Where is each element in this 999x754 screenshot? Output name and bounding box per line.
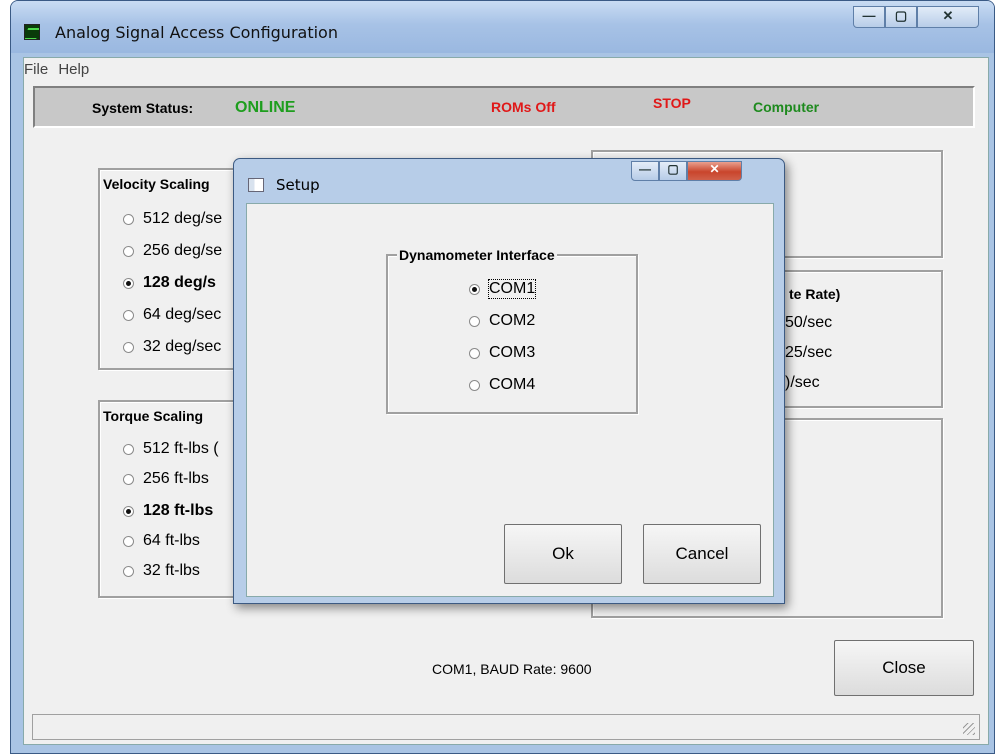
- menu-bar: File Help: [24, 58, 988, 80]
- radio-icon: [469, 315, 480, 327]
- close-window-button[interactable]: ✕: [917, 6, 979, 28]
- torque-option-64[interactable]: 64 ft-lbs: [123, 532, 200, 550]
- radio-label: 128 deg/s: [143, 274, 216, 291]
- minimize-icon: —: [862, 8, 876, 23]
- bottom-status-strip: [32, 714, 980, 740]
- dynamometer-interface-title: Dynamometer Interface: [397, 247, 557, 263]
- maximize-icon: ▢: [894, 8, 908, 23]
- dialog-title: Setup: [276, 176, 320, 194]
- dialog-maximize-button[interactable]: ▢: [659, 161, 687, 181]
- dialog-client-area: Dynamometer Interface COM1 COM2 COM3 COM…: [246, 203, 774, 597]
- velocity-option-256[interactable]: 256 deg/se: [123, 242, 222, 260]
- maximize-icon: ▢: [667, 162, 679, 176]
- radio-label: 512 deg/se: [143, 210, 223, 227]
- velocity-option-512[interactable]: 512 deg/se: [123, 210, 222, 228]
- status-label: System Status:: [92, 100, 194, 116]
- radio-label: 128 ft-lbs: [143, 502, 214, 519]
- velocity-option-32[interactable]: 32 deg/sec: [123, 338, 221, 356]
- radio-label: COM1: [487, 279, 537, 299]
- radio-label: 50/sec: [785, 314, 833, 331]
- radio-icon: [123, 443, 134, 455]
- radio-icon: [123, 213, 134, 225]
- radio-label: COM3: [489, 344, 536, 361]
- radio-icon: [123, 505, 134, 517]
- torque-option-512[interactable]: 512 ft-lbs (: [123, 440, 219, 458]
- ok-button[interactable]: Ok: [504, 524, 622, 584]
- maximize-button[interactable]: ▢: [885, 6, 917, 28]
- radio-icon: [469, 283, 480, 295]
- radio-label: COM4: [489, 376, 536, 393]
- status-mode: Computer: [753, 99, 820, 115]
- com2-option[interactable]: COM2: [469, 312, 535, 330]
- com3-option[interactable]: COM3: [469, 344, 535, 362]
- radio-label: 256 ft-lbs: [143, 470, 209, 487]
- baud-rate-text: COM1, BAUD Rate: 9600: [432, 661, 592, 677]
- radio-icon: [123, 535, 134, 547]
- dialog-close-button[interactable]: ✕: [687, 161, 742, 181]
- status-stop: STOP: [653, 95, 691, 111]
- radio-label: 512 ft-lbs (: [143, 440, 219, 457]
- minimize-icon: —: [639, 162, 651, 176]
- velocity-option-128[interactable]: 128 deg/s: [123, 274, 216, 292]
- menu-help[interactable]: Help: [58, 58, 95, 78]
- menu-file[interactable]: File: [24, 58, 54, 78]
- update-rate-option-10[interactable]: )/sec: [785, 374, 820, 392]
- radio-label: )/sec: [785, 374, 820, 391]
- radio-label: 32 deg/sec: [143, 338, 222, 355]
- com4-option[interactable]: COM4: [469, 376, 535, 394]
- velocity-scaling-title: Velocity Scaling: [101, 176, 212, 192]
- torque-scaling-title: Torque Scaling: [101, 408, 206, 424]
- status-roms: ROMs Off: [491, 99, 556, 115]
- update-rate-option-50[interactable]: 50/sec: [785, 314, 832, 332]
- radio-icon: [123, 473, 134, 485]
- torque-option-256[interactable]: 256 ft-lbs: [123, 470, 209, 488]
- radio-label: 256 deg/se: [143, 242, 223, 259]
- cancel-button[interactable]: Cancel: [643, 524, 761, 584]
- setup-dialog: Setup — ▢ ✕ Dynamometer Interface COM1 C…: [233, 158, 785, 604]
- close-icon: ✕: [709, 162, 720, 176]
- torque-option-32[interactable]: 32 ft-lbs: [123, 562, 200, 580]
- status-online: ONLINE: [235, 99, 296, 116]
- radio-icon: [123, 565, 134, 577]
- minimize-button[interactable]: —: [853, 6, 885, 28]
- radio-icon: [469, 379, 480, 391]
- resize-grip-icon[interactable]: [963, 723, 975, 735]
- radio-label: COM2: [489, 312, 536, 329]
- radio-label: 64 ft-lbs: [143, 532, 200, 549]
- radio-icon: [123, 309, 134, 321]
- update-rate-title: te Rate): [787, 286, 843, 302]
- close-icon: ✕: [942, 8, 954, 23]
- app-waveform-icon: [24, 24, 40, 40]
- torque-option-128[interactable]: 128 ft-lbs: [123, 502, 213, 520]
- close-button[interactable]: Close: [834, 640, 974, 696]
- radio-icon: [123, 245, 134, 257]
- com1-option[interactable]: COM1: [469, 279, 537, 299]
- radio-label: 64 deg/sec: [143, 306, 222, 323]
- radio-label: 32 ft-lbs: [143, 562, 200, 579]
- title-bar: Analog Signal Access Configuration — ▢ ✕: [11, 1, 994, 53]
- radio-icon: [469, 347, 480, 359]
- radio-icon: [123, 341, 134, 353]
- velocity-option-64[interactable]: 64 deg/sec: [123, 306, 221, 324]
- update-rate-option-25[interactable]: 25/sec: [785, 344, 832, 362]
- dialog-window-icon: [248, 178, 264, 192]
- dynamometer-interface-group: Dynamometer Interface COM1 COM2 COM3 COM…: [386, 247, 638, 414]
- system-status-bar: System Status: ONLINE ROMs Off STOP Comp…: [33, 86, 975, 128]
- window-title: Analog Signal Access Configuration: [55, 23, 338, 42]
- radio-label: 25/sec: [785, 344, 833, 361]
- dialog-minimize-button[interactable]: —: [631, 161, 659, 181]
- radio-icon: [123, 277, 134, 289]
